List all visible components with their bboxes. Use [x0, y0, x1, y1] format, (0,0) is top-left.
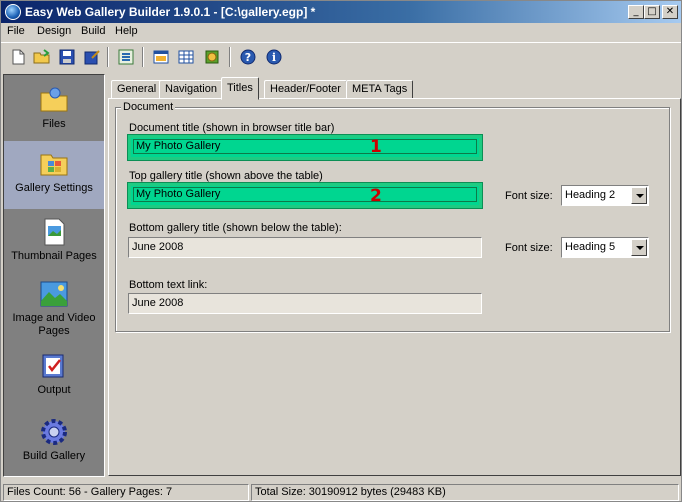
menu-design[interactable]: Design: [37, 25, 71, 37]
toolbar-separator: [142, 47, 144, 67]
status-total-size: Total Size: 30190912 bytes (29483 KB): [251, 484, 679, 501]
sidebar-item-label: Thumbnail Pages: [11, 250, 97, 262]
title-bar[interactable]: Easy Web Gallery Builder 1.9.0.1 - [C:\g…: [1, 1, 681, 23]
chevron-down-icon[interactable]: [631, 239, 647, 256]
svg-text:?: ?: [245, 51, 251, 64]
bottom-font-size-label: Font size:: [505, 242, 553, 254]
menu-file[interactable]: File: [7, 25, 25, 37]
top-font-size-label: Font size:: [505, 190, 553, 202]
toolbar-separator: [107, 47, 109, 67]
sidebar-item-output[interactable]: Output: [4, 351, 104, 409]
menu-build[interactable]: Build: [81, 25, 105, 37]
bottom-font-size-select[interactable]: Heading 5: [561, 237, 649, 258]
sidebar-item-label: Gallery Settings: [15, 182, 93, 194]
save-as-icon[interactable]: [83, 48, 101, 66]
status-files-count: Files Count: 56 - Gallery Pages: 7: [3, 484, 249, 501]
document-title-field[interactable]: My Photo Gallery: [127, 134, 483, 161]
close-button[interactable]: ✕: [662, 5, 678, 19]
sidebar-item-thumbnail-pages[interactable]: Thumbnail Pages: [4, 217, 104, 275]
top-title-field[interactable]: My Photo Gallery: [127, 182, 483, 209]
gallery-settings-icon: [40, 154, 68, 176]
build-icon[interactable]: [203, 48, 221, 66]
sidebar-item-label: Output: [37, 384, 71, 396]
window-title: Easy Web Gallery Builder 1.9.0.1 - [C:\g…: [25, 5, 316, 19]
tab-meta-tags[interactable]: META Tags: [346, 80, 414, 99]
toolbar-separator: [229, 47, 231, 67]
minimize-button[interactable]: _: [628, 5, 644, 19]
sidebar-item-label: Build Gallery: [22, 450, 86, 462]
chevron-down-icon[interactable]: [631, 187, 647, 204]
toolbar: ? i: [1, 42, 681, 72]
tab-titles[interactable]: Titles: [221, 77, 259, 100]
bottom-title-label: Bottom gallery title (shown below the ta…: [129, 222, 342, 234]
image-page-icon: [40, 281, 68, 307]
top-font-size-select[interactable]: Heading 2: [561, 185, 649, 206]
info-icon[interactable]: i: [265, 48, 283, 66]
help-icon[interactable]: ?: [239, 48, 257, 66]
sidebar-item-label: Image and Video Pages: [12, 312, 96, 337]
bottom-link-label: Bottom text link:: [129, 279, 208, 291]
top-title-label: Top gallery title (shown above the table…: [129, 170, 323, 182]
bottom-link-field[interactable]: June 2008: [128, 293, 482, 314]
sidebar-item-image-video-pages[interactable]: Image and Video Pages: [4, 279, 104, 345]
new-file-icon[interactable]: [9, 48, 27, 66]
open-folder-icon[interactable]: [33, 48, 51, 66]
maximize-button[interactable]: □: [644, 5, 660, 19]
thumbnail-page-icon: [44, 218, 65, 246]
thumbnail-grid-icon[interactable]: [177, 48, 195, 66]
status-bar: Files Count: 56 - Gallery Pages: 7 Total…: [1, 483, 681, 501]
folder-icon: [40, 87, 68, 112]
sidebar-item-gallery-settings[interactable]: Gallery Settings: [4, 141, 104, 209]
properties-icon[interactable]: [117, 48, 135, 66]
tab-general[interactable]: General: [111, 80, 163, 99]
preview-browser-icon[interactable]: [152, 48, 170, 66]
tab-navigation[interactable]: Navigation: [159, 80, 223, 99]
annotation-marker-1: 1: [370, 137, 382, 157]
sidebar: Files Gallery Settings Thumbnail Pages I…: [3, 74, 105, 477]
sidebar-item-build-gallery[interactable]: Build Gallery: [4, 417, 104, 475]
group-label: Document: [121, 101, 176, 113]
bottom-title-field[interactable]: June 2008: [128, 237, 482, 258]
save-icon[interactable]: [58, 48, 76, 66]
menu-bar: File Design Build Help: [1, 23, 681, 41]
svg-text:i: i: [272, 51, 276, 64]
sidebar-item-label: Files: [42, 118, 66, 130]
app-window: Easy Web Gallery Builder 1.9.0.1 - [C:\g…: [0, 0, 682, 502]
output-icon: [42, 354, 64, 378]
tab-header-footer[interactable]: Header/Footer: [264, 80, 347, 99]
annotation-marker-2: 2: [370, 186, 382, 206]
menu-help[interactable]: Help: [115, 25, 138, 37]
gear-icon: [41, 419, 67, 445]
app-globe-icon: [5, 4, 21, 20]
document-title-label: Document title (shown in browser title b…: [129, 122, 335, 134]
sidebar-item-files[interactable]: Files: [4, 85, 104, 143]
